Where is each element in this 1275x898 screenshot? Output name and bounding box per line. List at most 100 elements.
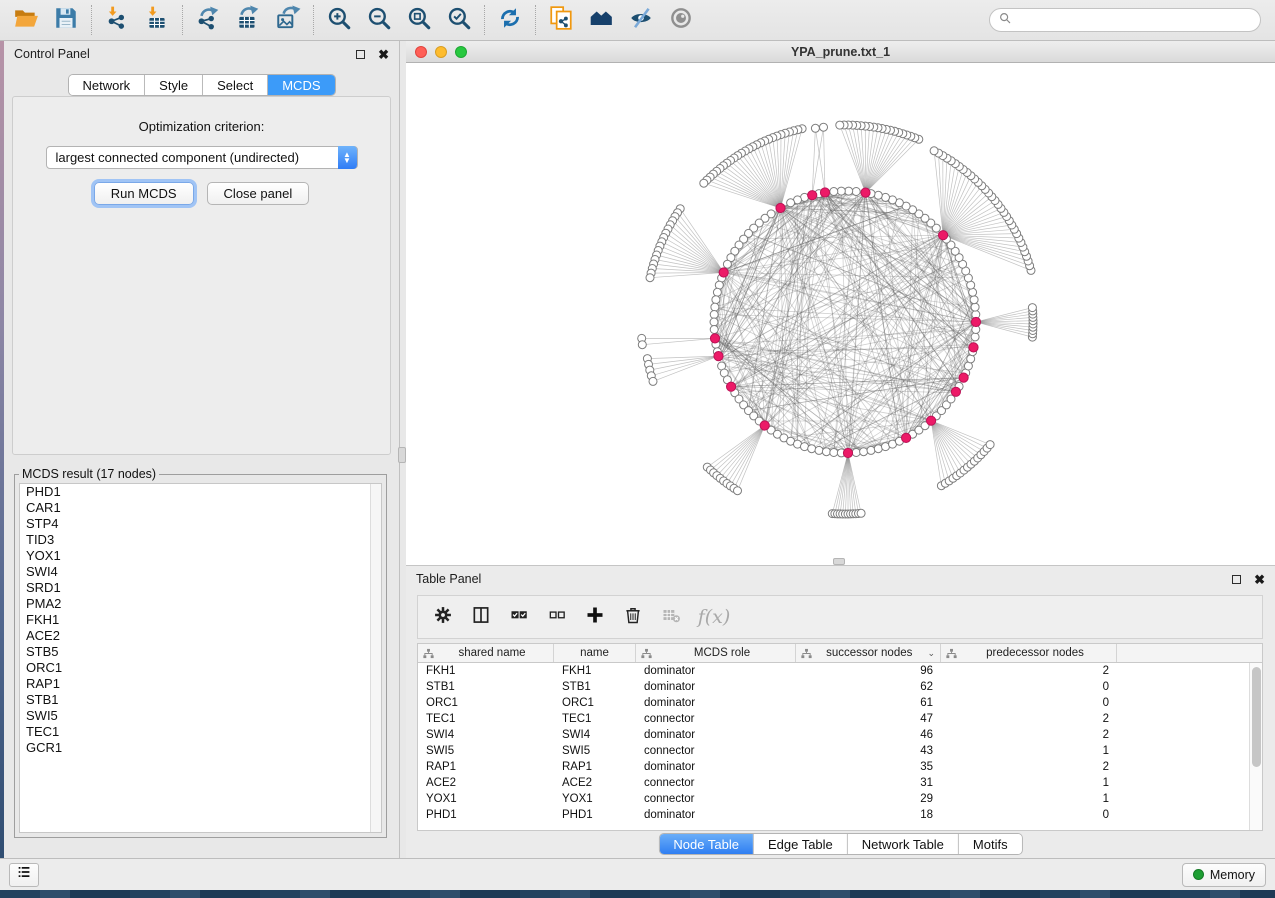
- float-table-panel-icon[interactable]: [1232, 575, 1241, 584]
- table-cell[interactable]: ORC1: [418, 695, 554, 711]
- graph-node[interactable]: [646, 274, 654, 282]
- graph-node[interactable]: [867, 446, 875, 454]
- table-cell[interactable]: 46: [796, 727, 941, 743]
- mcds-hub-node[interactable]: [902, 433, 911, 442]
- graph-node[interactable]: [857, 509, 865, 517]
- table-cell[interactable]: SWI5: [554, 743, 636, 759]
- graph-node[interactable]: [808, 445, 816, 453]
- zoom-in-button[interactable]: [319, 3, 359, 37]
- table-row[interactable]: FKH1FKH1dominator962: [418, 663, 1249, 679]
- search-box[interactable]: [989, 8, 1261, 32]
- search-input[interactable]: [1017, 13, 1252, 27]
- graph-node[interactable]: [1028, 304, 1036, 312]
- graph-node[interactable]: [830, 449, 838, 457]
- graph-node[interactable]: [971, 333, 979, 341]
- table-cell[interactable]: 43: [796, 743, 941, 759]
- float-panel-icon[interactable]: [356, 50, 365, 59]
- mcds-hub-node[interactable]: [843, 448, 852, 457]
- table-scrollbar[interactable]: [1249, 663, 1262, 830]
- table-cell[interactable]: RAP1: [418, 759, 554, 775]
- mcds-result-item[interactable]: ACE2: [20, 628, 381, 644]
- mcds-result-item[interactable]: RAP1: [20, 676, 381, 692]
- table-cell[interactable]: dominator: [636, 663, 796, 679]
- mcds-result-item[interactable]: PHD1: [20, 484, 381, 500]
- import-table-button[interactable]: [137, 3, 177, 37]
- close-panel-button[interactable]: Close panel: [207, 182, 310, 205]
- delete-button[interactable]: [616, 600, 650, 634]
- table-cell[interactable]: 96: [796, 663, 941, 679]
- graph-node[interactable]: [815, 446, 823, 454]
- table-row[interactable]: TEC1TEC1connector472: [418, 711, 1249, 727]
- save-session-button[interactable]: [46, 3, 86, 37]
- tab-style[interactable]: Style: [145, 75, 203, 95]
- mcds-result-item[interactable]: PMA2: [20, 596, 381, 612]
- memory-button[interactable]: Memory: [1182, 863, 1266, 887]
- table-cell[interactable]: YOX1: [418, 791, 554, 807]
- import-network-button[interactable]: [97, 3, 137, 37]
- mcds-result-item[interactable]: GCR1: [20, 740, 381, 756]
- graph-node[interactable]: [970, 296, 978, 304]
- column-header-predecessor-nodes[interactable]: predecessor nodes: [941, 644, 1117, 662]
- mcds-hub-node[interactable]: [776, 203, 785, 212]
- network-window-titlebar[interactable]: YPA_prune.txt_1: [406, 41, 1275, 63]
- column-header-shared-name[interactable]: shared name: [418, 644, 554, 662]
- mcds-hub-node[interactable]: [727, 382, 736, 391]
- network-canvas[interactable]: [406, 63, 1275, 565]
- column-header-MCDS-role[interactable]: MCDS role: [636, 644, 796, 662]
- table-cell[interactable]: 2: [941, 711, 1117, 727]
- zoom-selected-button[interactable]: [439, 3, 479, 37]
- clear-selection-button[interactable]: [540, 600, 574, 634]
- graph-node[interactable]: [811, 124, 819, 132]
- tab-network[interactable]: Network: [68, 75, 145, 95]
- graph-node[interactable]: [734, 487, 742, 495]
- mcds-result-item[interactable]: CAR1: [20, 500, 381, 516]
- graph-node[interactable]: [649, 377, 657, 385]
- table-cell[interactable]: ORC1: [554, 695, 636, 711]
- mcds-hub-node[interactable]: [951, 387, 960, 396]
- graph-node[interactable]: [852, 188, 860, 196]
- graph-node[interactable]: [710, 311, 718, 319]
- table-cell[interactable]: connector: [636, 711, 796, 727]
- close-panel-icon[interactable]: ✖: [378, 48, 389, 61]
- table-cell[interactable]: 31: [796, 775, 941, 791]
- graph-node[interactable]: [852, 449, 860, 457]
- tab-edge-table[interactable]: Edge Table: [754, 834, 848, 854]
- table-cell[interactable]: 0: [941, 679, 1117, 695]
- table-row[interactable]: ACE2ACE2connector311: [418, 775, 1249, 791]
- table-cell[interactable]: 62: [796, 679, 941, 695]
- hide-selected-button[interactable]: [621, 3, 661, 37]
- mcds-hub-node[interactable]: [808, 191, 817, 200]
- graph-node[interactable]: [860, 448, 868, 456]
- mcds-hub-node[interactable]: [971, 317, 980, 326]
- mcds-result-item[interactable]: SRD1: [20, 580, 381, 596]
- mcds-result-item[interactable]: ORC1: [20, 660, 381, 676]
- table-row[interactable]: SWI5SWI5connector431: [418, 743, 1249, 759]
- graph-node[interactable]: [830, 188, 838, 196]
- table-cell[interactable]: dominator: [636, 695, 796, 711]
- table-scrollbar-thumb[interactable]: [1252, 667, 1261, 767]
- graph-node[interactable]: [638, 341, 646, 349]
- zoom-fit-button[interactable]: [399, 3, 439, 37]
- mcds-hub-node[interactable]: [959, 373, 968, 382]
- run-mcds-button[interactable]: Run MCDS: [94, 182, 194, 205]
- table-cell[interactable]: 61: [796, 695, 941, 711]
- table-cell[interactable]: SWI4: [418, 727, 554, 743]
- table-cell[interactable]: 29: [796, 791, 941, 807]
- mcds-hub-node[interactable]: [927, 416, 936, 425]
- horizontal-splitter-handle[interactable]: [833, 558, 845, 565]
- table-cell[interactable]: YOX1: [554, 791, 636, 807]
- mcds-hub-node[interactable]: [710, 334, 719, 343]
- table-cell[interactable]: FKH1: [418, 663, 554, 679]
- table-cell[interactable]: 0: [941, 807, 1117, 823]
- table-row[interactable]: YOX1YOX1connector291: [418, 791, 1249, 807]
- mcds-hub-node[interactable]: [969, 343, 978, 352]
- gear-button[interactable]: [426, 600, 460, 634]
- show-all-button[interactable]: [661, 3, 701, 37]
- table-cell[interactable]: dominator: [636, 759, 796, 775]
- columns-button[interactable]: [464, 600, 498, 634]
- mcds-result-item[interactable]: SWI5: [20, 708, 381, 724]
- tab-network-table[interactable]: Network Table: [848, 834, 959, 854]
- table-cell[interactable]: 2: [941, 759, 1117, 775]
- table-cell[interactable]: ACE2: [418, 775, 554, 791]
- mcds-hub-node[interactable]: [820, 188, 829, 197]
